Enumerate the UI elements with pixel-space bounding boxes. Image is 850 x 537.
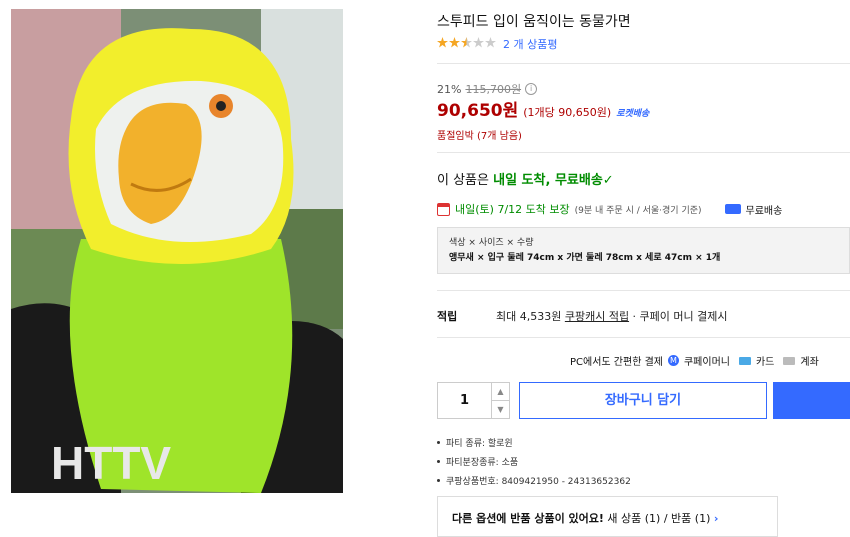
star-empty-icon bbox=[473, 37, 484, 48]
chevron-up-icon[interactable]: ▲ bbox=[492, 383, 509, 400]
payment-methods-row: PC에서도 간편한 결제 M 쿠페이머니 카드 계좌 bbox=[570, 353, 819, 368]
add-to-cart-button[interactable]: 장바구니 담기 bbox=[519, 382, 767, 419]
star-full-icon bbox=[449, 37, 460, 48]
bullet-icon bbox=[437, 460, 440, 463]
coupay-label: 쿠페이머니 bbox=[683, 357, 730, 368]
divider bbox=[437, 290, 850, 291]
option-label: 색상 × 사이즈 × 수량 bbox=[449, 238, 534, 248]
check-icon: ✓ bbox=[602, 173, 614, 188]
card-icon bbox=[738, 356, 751, 365]
delivery-highlight: 내일 도착, 무료배송 bbox=[493, 173, 603, 188]
payment-label: PC에서도 간편한 결제 bbox=[570, 357, 663, 368]
earn-text: 최대 4,533원 쿠팡캐시 적립 · 쿠페이 머니 결제시 bbox=[496, 308, 728, 324]
return-banner-title: 다른 옵션에 반품 상품이 있어요! bbox=[452, 512, 604, 525]
info-icon[interactable]: i bbox=[525, 83, 538, 95]
discount-rate: 21% bbox=[437, 82, 462, 96]
return-banner-text: 새 상품 (1) / 반품 (1) bbox=[603, 512, 711, 525]
product-image[interactable]: HTTV bbox=[11, 9, 343, 493]
detail-text: 쿠팡상품번호: 8409421950 - 24313652362 bbox=[446, 477, 631, 487]
truck-icon bbox=[724, 204, 741, 214]
bullet-icon bbox=[437, 479, 440, 482]
bank-icon bbox=[783, 356, 796, 365]
earn-suffix: · 쿠페이 머니 결제시 bbox=[629, 310, 728, 323]
chevron-right-icon: › bbox=[713, 512, 719, 525]
divider bbox=[437, 152, 850, 153]
list-item: 쿠팡상품번호: 8409421950 - 24313652362 bbox=[437, 474, 631, 487]
list-item: 파티 종류: 할로윈 bbox=[437, 436, 631, 449]
option-value: 앵무새 × 입구 둘레 74cm x 가면 둘레 78cm x 세로 47cm … bbox=[449, 253, 721, 263]
bullet-icon bbox=[437, 441, 440, 444]
earn-prefix: 최대 4,533원 bbox=[496, 310, 565, 323]
star-empty-icon bbox=[485, 37, 496, 48]
delivery-note: (9분 내 주문 시 / 서울·경기 기준) bbox=[574, 205, 702, 216]
original-price: 115,700원 bbox=[465, 83, 522, 96]
return-options-banner[interactable]: 다른 옵션에 반품 상품이 있어요! 새 상품 (1) / 반품 (1) › bbox=[437, 496, 778, 537]
review-count-link[interactable]: 2 개 상품평 bbox=[503, 36, 557, 52]
divider bbox=[437, 63, 850, 64]
rocket-delivery-badge: 로켓배송 bbox=[616, 109, 650, 119]
earn-label: 적립 bbox=[437, 310, 458, 323]
product-info-panel: 스투피드 입이 움직이는 동물가면 2 개 상품평 21% 115,700원 i… bbox=[437, 0, 850, 537]
quantity-stepper[interactable]: 1 ▲ ▼ bbox=[437, 382, 510, 419]
delivery-date-row: 내일(토) 7/12 도착 보장 (9분 내 주문 시 / 서울·경기 기준) … bbox=[437, 201, 782, 217]
coupang-cash-link[interactable]: 쿠팡캐시 적립 bbox=[565, 310, 629, 323]
card-label: 카드 bbox=[755, 357, 775, 368]
delivery-headline: 이 상품은 내일 도착, 무료배송✓ bbox=[437, 169, 614, 188]
bank-label: 계좌 bbox=[800, 357, 819, 368]
calendar-icon bbox=[437, 202, 450, 216]
detail-text: 파티 종류: 할로윈 bbox=[446, 439, 513, 449]
unit-price: (1개당 90,650원) bbox=[523, 106, 612, 119]
product-details-list: 파티 종류: 할로윈 파티분장종류: 소품 쿠팡상품번호: 8409421950… bbox=[437, 436, 631, 493]
price-row: 90,650원 (1개당 90,650원) 로켓배송 bbox=[437, 96, 649, 121]
quantity-input[interactable]: 1 bbox=[438, 383, 491, 418]
buy-now-button[interactable] bbox=[773, 382, 850, 419]
sale-price: 90,650원 bbox=[437, 101, 519, 121]
delivery-date: 내일(토) 7/12 도착 보장 bbox=[455, 203, 570, 216]
delivery-headline-prefix: 이 상품은 bbox=[437, 173, 494, 188]
quantity-arrows: ▲ ▼ bbox=[491, 383, 509, 418]
discount-row: 21% 115,700원 i bbox=[437, 81, 538, 97]
star-half-icon bbox=[461, 37, 472, 48]
rating-stars[interactable] bbox=[437, 37, 496, 48]
selected-option-box[interactable]: 색상 × 사이즈 × 수량 앵무새 × 입구 둘레 74cm x 가면 둘레 7… bbox=[437, 227, 850, 274]
stock-notice: 품절임박 (7개 남음) bbox=[437, 131, 522, 142]
star-full-icon bbox=[437, 37, 448, 48]
product-title: 스투피드 입이 움직이는 동물가면 bbox=[437, 14, 631, 30]
coupay-icon: M bbox=[667, 355, 679, 366]
detail-text: 파티분장종류: 소품 bbox=[446, 458, 519, 468]
list-item: 파티분장종류: 소품 bbox=[437, 455, 631, 468]
divider bbox=[437, 337, 850, 338]
free-shipping-label: 무료배송 bbox=[745, 205, 783, 217]
chevron-down-icon[interactable]: ▼ bbox=[492, 400, 509, 418]
svg-text:HTTV: HTTV bbox=[51, 437, 171, 489]
